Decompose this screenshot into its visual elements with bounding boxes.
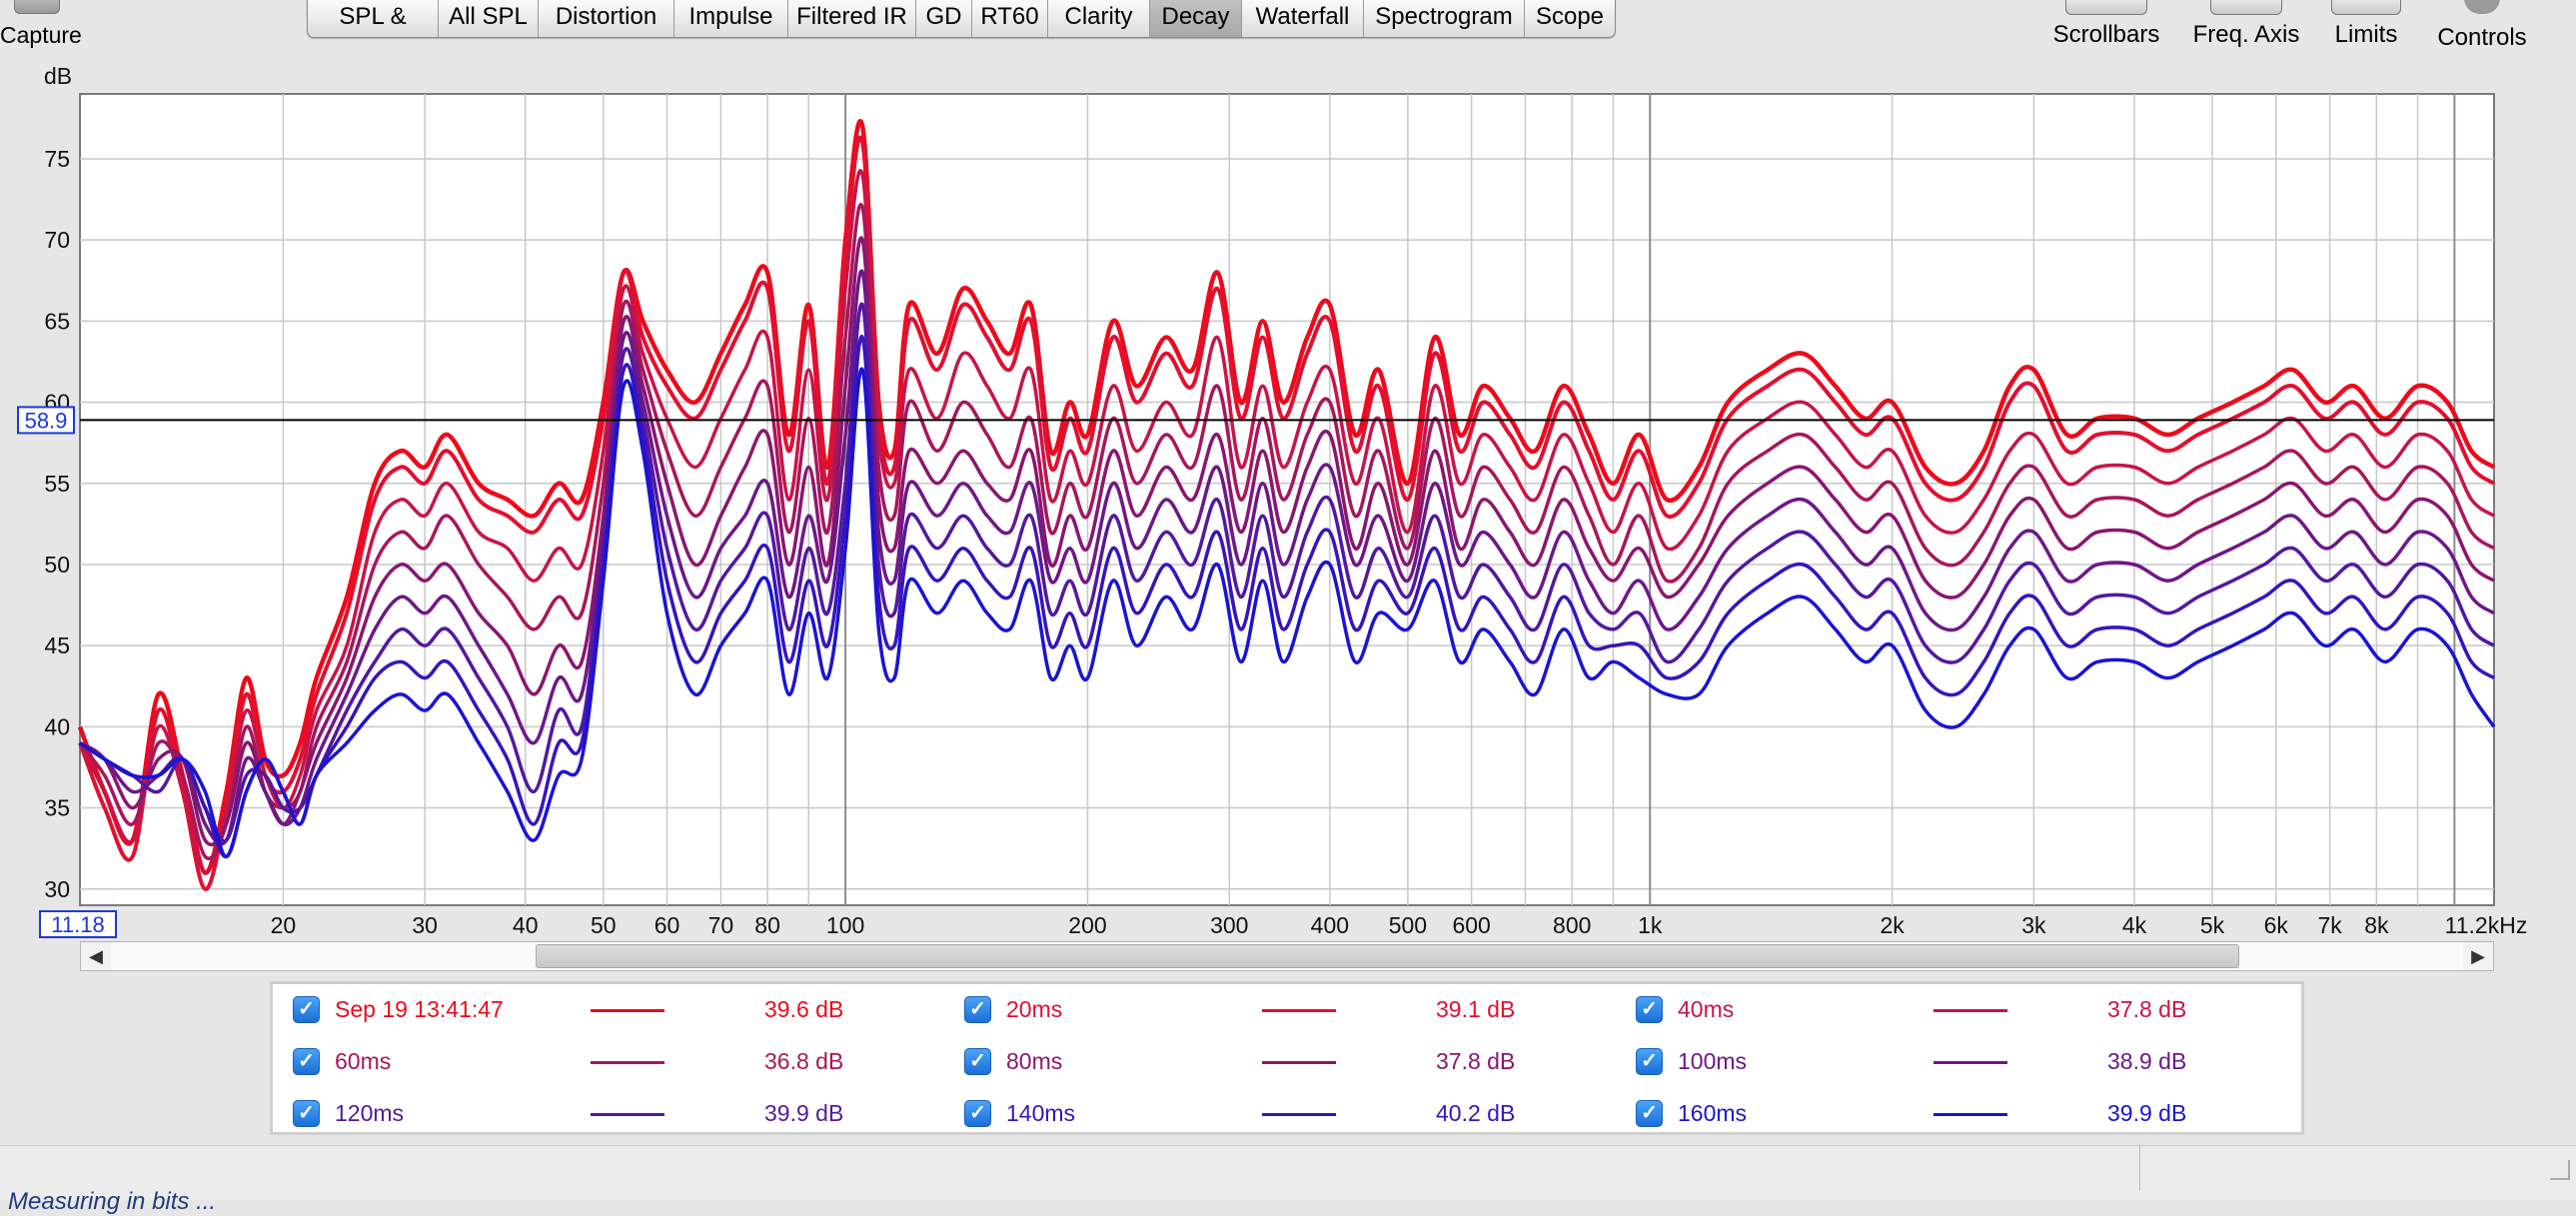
legend-value: 40.2 dB xyxy=(1436,1100,1516,1126)
x-tick-label: 8k xyxy=(2364,912,2389,938)
legend-swatch xyxy=(1262,1061,1336,1064)
y-tick-label: 70 xyxy=(44,227,70,253)
x-tick-label: 400 xyxy=(1311,912,1349,938)
legend-checkbox[interactable]: ✓ xyxy=(964,996,991,1023)
x-tick-label: 30 xyxy=(412,912,438,938)
y-axis-label: dB xyxy=(44,63,72,89)
legend-value: 39.9 dB xyxy=(764,1100,844,1126)
resize-grip-icon[interactable] xyxy=(2550,1160,2570,1180)
scrollbar-thumb[interactable] xyxy=(536,944,2239,968)
scroll-left-icon[interactable]: ◀ xyxy=(81,942,111,970)
legend-name: 100ms xyxy=(1678,1048,1748,1074)
legend-value: 39.6 dB xyxy=(764,996,844,1022)
status-text: Measuring in bits ... xyxy=(8,1188,217,1215)
legend-value: 37.8 dB xyxy=(1436,1048,1516,1074)
y-tick-label: 50 xyxy=(44,552,70,578)
x-tick-label: 500 xyxy=(1389,912,1427,938)
legend-name: 160ms xyxy=(1678,1100,1748,1126)
legend-checkbox[interactable]: ✓ xyxy=(293,1048,320,1075)
legend-item: ✓ 120ms 39.9 dB xyxy=(293,1098,932,1132)
legend-swatch xyxy=(591,1113,664,1116)
status-bar: Measuring in bits ... xyxy=(0,1145,2576,1215)
legend-item: ✓ 80ms 37.8 dB xyxy=(964,1046,1604,1080)
x-tick-label: 6k xyxy=(2264,912,2289,938)
x-tick-label: 300 xyxy=(1210,912,1248,938)
x-tick-label: 70 xyxy=(708,912,734,938)
legend-value: 39.1 dB xyxy=(1436,996,1516,1022)
legend-value: 37.8 dB xyxy=(2107,996,2187,1022)
x-tick-label: 200 xyxy=(1068,912,1106,938)
legend-name: 40ms xyxy=(1678,996,1735,1022)
y-tick-label: 30 xyxy=(44,876,70,902)
horizontal-scrollbar[interactable]: ◀ ▶ xyxy=(80,941,2494,971)
y-tick-label: 65 xyxy=(44,308,70,334)
x-axis-ticks: 20 30 40 50 60 70 80 100 200 300 400 500 600 800 1k 2k 3… xyxy=(271,912,2389,938)
x-tick-label: 50 xyxy=(591,912,617,938)
legend-value: 36.8 dB xyxy=(764,1048,844,1074)
legend-name: 20ms xyxy=(1006,996,1063,1022)
legend-checkbox[interactable]: ✓ xyxy=(293,996,320,1023)
x-tick-label: 40 xyxy=(513,912,539,938)
legend-value: 39.9 dB xyxy=(2107,1100,2187,1126)
x-tick-label: 1k xyxy=(1638,912,1663,938)
legend-name: 120ms xyxy=(335,1100,405,1126)
decay-graph[interactable]: dB 30 35 40 45 50 55 60 65 70 75 20 30 40 50 60 70 80 10… xyxy=(0,0,2576,939)
x-min-value: 11.18 xyxy=(51,912,104,937)
x-tick-label: 5k xyxy=(2200,912,2225,938)
legend-item: ✓ 160ms 39.9 dB xyxy=(1636,1098,2275,1132)
legend-checkbox[interactable]: ✓ xyxy=(293,1100,320,1127)
x-tick-label: 600 xyxy=(1452,912,1490,938)
x-tick-label: 100 xyxy=(826,912,864,938)
legend-swatch xyxy=(1262,1113,1336,1116)
level-cursor-value: 58.9 xyxy=(25,408,68,433)
legend-item: ✓ 100ms 38.9 dB xyxy=(1636,1046,2275,1080)
legend-name: 80ms xyxy=(1006,1048,1063,1074)
legend-swatch xyxy=(591,1061,664,1064)
legend-item: ✓ 60ms 36.8 dB xyxy=(293,1046,932,1080)
status-divider xyxy=(2139,1146,2140,1190)
x-tick-label: 800 xyxy=(1553,912,1591,938)
y-tick-label: 40 xyxy=(44,713,70,739)
x-tick-label: 80 xyxy=(754,912,780,938)
y-tick-label: 35 xyxy=(44,795,70,821)
x-max-label: 11.2kHz xyxy=(2445,912,2528,938)
scroll-right-icon[interactable]: ▶ xyxy=(2463,942,2493,970)
legend-checkbox[interactable]: ✓ xyxy=(964,1048,991,1075)
y-tick-label: 55 xyxy=(44,471,70,497)
legend-checkbox[interactable]: ✓ xyxy=(964,1100,991,1127)
y-tick-label: 75 xyxy=(44,146,70,172)
legend-item: ✓ 20ms 39.1 dB xyxy=(964,994,1604,1028)
legend-swatch xyxy=(591,1009,664,1012)
legend-item: ✓ 140ms 40.2 dB xyxy=(964,1098,1604,1132)
legend-swatch xyxy=(1933,1061,2007,1064)
legend-panel: ✓ Sep 19 13:41:47 39.6 dB ✓ 20ms 39.1 dB ✓ 40ms… xyxy=(270,981,2304,1135)
y-tick-label: 45 xyxy=(44,632,70,658)
legend-name: 140ms xyxy=(1006,1100,1076,1126)
legend-swatch xyxy=(1933,1009,2007,1012)
x-tick-label: 7k xyxy=(2318,912,2343,938)
legend-name: 60ms xyxy=(335,1048,392,1074)
legend-name: Sep 19 13:41:47 xyxy=(335,996,504,1022)
x-tick-label: 20 xyxy=(271,912,297,938)
x-tick-label: 2k xyxy=(1880,912,1905,938)
x-tick-label: 3k xyxy=(2021,912,2046,938)
legend-item: ✓ Sep 19 13:41:47 39.6 dB xyxy=(293,994,932,1028)
legend-swatch xyxy=(1262,1009,1336,1012)
legend-checkbox[interactable]: ✓ xyxy=(1636,1100,1663,1127)
x-tick-label: 4k xyxy=(2122,912,2147,938)
legend-value: 38.9 dB xyxy=(2107,1048,2187,1074)
legend-item: ✓ 40ms 37.8 dB xyxy=(1636,994,2275,1028)
legend-swatch xyxy=(1933,1113,2007,1116)
legend-checkbox[interactable]: ✓ xyxy=(1636,1048,1663,1075)
y-axis-ticks: 30354045505560657075 xyxy=(44,146,70,902)
x-tick-label: 60 xyxy=(654,912,680,938)
legend-checkbox[interactable]: ✓ xyxy=(1636,996,1663,1023)
